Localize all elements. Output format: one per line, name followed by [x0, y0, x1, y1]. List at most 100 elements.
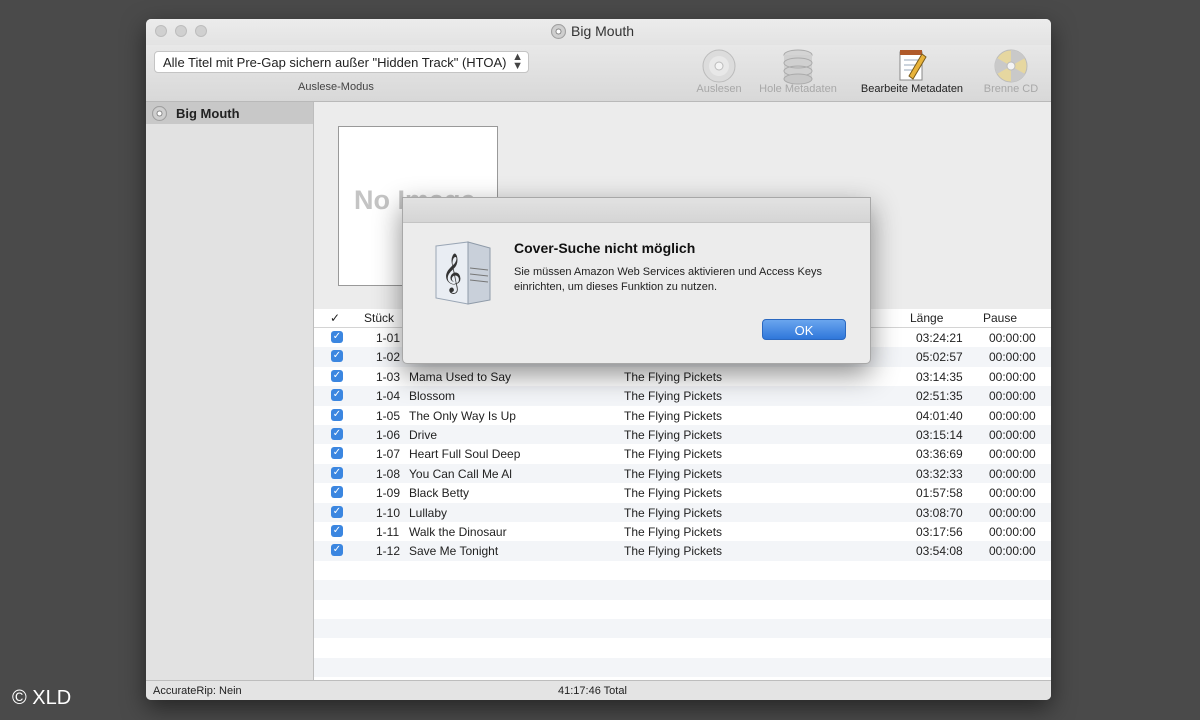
track-number: 1-04 [376, 389, 401, 404]
sidebar: Big Mouth [146, 102, 314, 680]
track-checkbox[interactable]: ✓ [331, 486, 343, 499]
mode-select[interactable]: Alle Titel mit Pre-Gap sichern außer "Hi… [154, 51, 529, 73]
track-pause: 00:00:00 [989, 447, 1036, 462]
track-title[interactable]: Heart Full Soul Deep [409, 447, 520, 461]
table-row[interactable]: ✓ 1-09 Black Betty The Flying Pickets 01:57:… [314, 483, 1051, 502]
column-header-length[interactable]: Länge [910, 311, 943, 325]
track-pause: 00:00:00 [989, 466, 1036, 481]
track-number: 1-03 [376, 369, 401, 384]
window-title-text: Big Mouth [571, 23, 635, 39]
zoom-window-button[interactable] [195, 25, 207, 37]
track-pause: 00:00:00 [989, 350, 1036, 365]
track-artist[interactable]: The Flying Pickets [624, 506, 722, 520]
track-checkbox[interactable]: ✓ [331, 427, 343, 440]
track-checkbox[interactable]: ✓ [331, 350, 343, 363]
track-artist[interactable]: The Flying Pickets [624, 370, 722, 384]
column-header-track[interactable]: Stück [364, 311, 394, 325]
auslesen-label: Auslesen [696, 83, 742, 95]
sidebar-item-label: Big Mouth [176, 105, 240, 121]
track-number: 1-02 [376, 350, 401, 365]
track-checkbox[interactable]: ✓ [331, 524, 343, 537]
track-checkbox[interactable]: ✓ [331, 505, 343, 518]
track-artist[interactable]: The Flying Pickets [624, 544, 722, 558]
track-length: 03:54:08 [916, 544, 963, 559]
empty-row [314, 580, 1051, 600]
ok-button[interactable]: OK [762, 319, 846, 340]
sidebar-item-big-mouth[interactable]: Big Mouth [146, 102, 313, 124]
status-bar: AccurateRip: Nein 41:17:46 Total [146, 680, 1051, 700]
track-artist[interactable]: The Flying Pickets [624, 409, 722, 423]
track-artist[interactable]: The Flying Pickets [624, 389, 722, 403]
track-artist[interactable]: The Flying Pickets [624, 447, 722, 461]
track-number: 1-08 [376, 466, 401, 481]
track-checkbox[interactable]: ✓ [331, 447, 343, 460]
dialog-message: Sie müssen Amazon Web Services aktiviere… [514, 266, 822, 293]
track-title[interactable]: Blossom [409, 389, 455, 403]
alert-dialog: 𝄞 Cover-Suche nicht möglich Sie müssen A… [402, 197, 871, 364]
table-row[interactable]: ✓ 1-06 Drive The Flying Pickets 03:15:14 00:0… [314, 424, 1051, 445]
track-checkbox[interactable]: ✓ [331, 389, 343, 402]
empty-row [314, 619, 1051, 639]
track-title[interactable]: Save Me Tonight [409, 544, 498, 558]
close-window-button[interactable] [155, 25, 167, 37]
column-header-pause[interactable]: Pause [983, 311, 1017, 325]
updown-chevron-icon: ▲ ▼ [512, 51, 523, 72]
table-row[interactable]: ✓ 1-08 You Can Call Me Al The Flying Picket… [314, 463, 1051, 484]
hole-metadaten-label: Hole Metadaten [759, 83, 837, 95]
track-length: 03:24:21 [916, 331, 963, 345]
burn-cd-icon [994, 49, 1028, 83]
title-bar[interactable]: Big Mouth [146, 19, 1051, 45]
track-pause: 00:00:00 [989, 408, 1036, 423]
track-artist[interactable]: The Flying Pickets [624, 467, 722, 481]
copyright-credit: © XLD [12, 687, 72, 709]
track-length: 03:15:14 [916, 427, 963, 442]
bearbeite-metadaten-button[interactable]: Bearbeite Metadaten [850, 45, 974, 101]
track-checkbox[interactable]: ✓ [331, 466, 343, 479]
track-length: 01:57:58 [916, 486, 963, 501]
column-header-check[interactable]: ✓ [330, 311, 340, 325]
track-title[interactable]: You Can Call Me Al [409, 467, 512, 481]
track-number: 1-06 [376, 427, 401, 442]
track-artist[interactable]: The Flying Pickets [624, 525, 722, 539]
minimize-window-button[interactable] [175, 25, 187, 37]
track-length: 03:32:33 [916, 466, 963, 481]
track-pause: 00:00:00 [989, 524, 1036, 539]
track-length: 03:36:69 [916, 447, 963, 462]
empty-row [314, 560, 1051, 581]
track-pause: 00:00:00 [989, 331, 1036, 345]
brenne-cd-button[interactable]: Brenne CD [978, 45, 1044, 101]
track-length: 03:14:35 [916, 369, 963, 384]
table-row[interactable]: ✓ 1-07 Heart Full Soul Deep The Flying Pick… [314, 444, 1051, 463]
mode-caption: Auslese-Modus [298, 81, 374, 93]
table-row[interactable]: ✓ 1-04 Blossom The Flying Pickets 02:51:35 00… [314, 386, 1051, 406]
track-pause: 00:00:00 [989, 389, 1036, 404]
track-number: 1-12 [376, 544, 401, 559]
total-duration: 41:17:46 Total [558, 685, 627, 697]
track-title[interactable]: Black Betty [409, 486, 469, 500]
toolbar: Alle Titel mit Pre-Gap sichern außer "Hi… [146, 45, 1051, 102]
music-app-icon: 𝄞 [435, 241, 491, 305]
track-pause: 00:00:00 [989, 505, 1036, 520]
track-checkbox[interactable]: ✓ [331, 331, 343, 343]
track-pause: 00:00:00 [989, 486, 1036, 501]
track-checkbox[interactable]: ✓ [331, 408, 343, 421]
table-row[interactable]: ✓ 1-12 Save Me Tonight The Flying Pickets 03… [314, 541, 1051, 561]
track-title[interactable]: Drive [409, 428, 437, 442]
hole-metadaten-button[interactable]: Hole Metadaten [752, 45, 844, 101]
empty-row [314, 599, 1051, 619]
table-row[interactable]: ✓ 1-11 Walk the Dinosaur The Flying Pickets… [314, 522, 1051, 541]
track-title[interactable]: Lullaby [409, 506, 447, 520]
table-row[interactable]: ✓ 1-05 The Only Way Is Up The Flying Picket… [314, 406, 1051, 425]
track-checkbox[interactable]: ✓ [331, 544, 343, 557]
track-checkbox[interactable]: ✓ [331, 369, 343, 382]
track-title[interactable]: Walk the Dinosaur [409, 525, 507, 539]
track-artist[interactable]: The Flying Pickets [624, 428, 722, 442]
table-row[interactable]: ✓ 1-10 Lullaby The Flying Pickets 03:08:70 00… [314, 502, 1051, 522]
track-title[interactable]: Mama Used to Say [409, 370, 511, 384]
track-length: 04:01:40 [916, 408, 963, 423]
track-title[interactable]: The Only Way Is Up [409, 409, 516, 423]
table-row[interactable]: ✓ 1-03 Mama Used to Say The Flying Pickets 0… [314, 367, 1051, 386]
auslesen-button[interactable]: Auslesen [686, 45, 752, 101]
track-artist[interactable]: The Flying Pickets [624, 486, 722, 500]
empty-row [314, 657, 1051, 678]
